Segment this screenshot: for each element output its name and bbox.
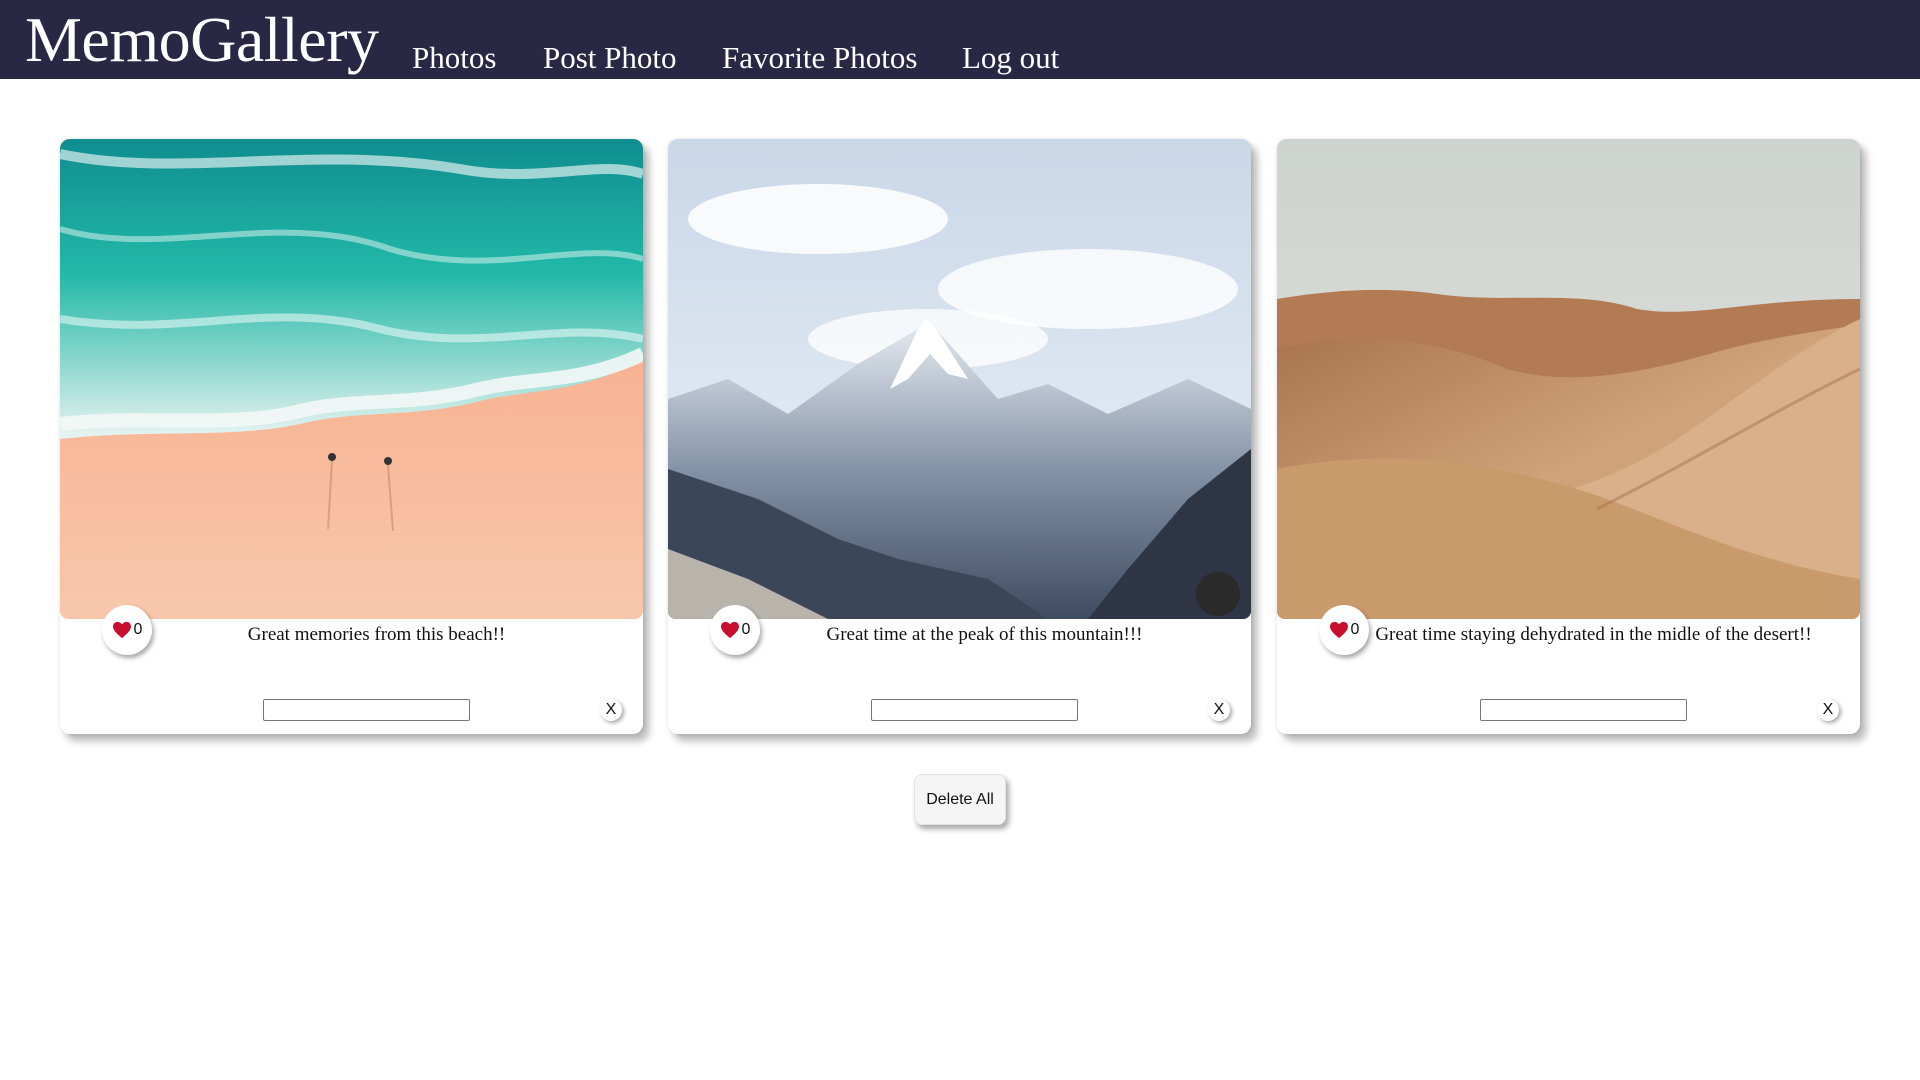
photo-desert (1277, 139, 1860, 619)
photo-card: 0 Great memories from this beach!! X (60, 139, 643, 734)
heart-icon (1329, 621, 1348, 639)
comment-input[interactable] (263, 699, 470, 721)
photo-beach (60, 139, 643, 619)
photo-mountain (668, 139, 1251, 619)
comment-input[interactable] (1480, 699, 1687, 721)
heart-icon (112, 621, 131, 639)
top-navbar: MemoGallery Photos Post Photo Favorite P… (0, 0, 1920, 79)
comment-input[interactable] (871, 699, 1078, 721)
brand-logo[interactable]: MemoGallery (25, 2, 379, 78)
delete-photo-button[interactable]: X (600, 699, 622, 721)
delete-all-button[interactable]: Delete All (914, 774, 1006, 825)
nav-link-photos[interactable]: Photos (412, 38, 496, 78)
nav-link-log-out[interactable]: Log out (962, 38, 1059, 78)
photo-card: 0 Great time staying dehydrated in the m… (1277, 139, 1860, 734)
photo-card: 0 Great time at the peak of this mountai… (668, 139, 1251, 734)
delete-photo-button[interactable]: X (1208, 699, 1230, 721)
photo-caption: Great time staying dehydrated in the mid… (1375, 624, 1812, 645)
heart-icon (720, 621, 739, 639)
nav-link-post-photo[interactable]: Post Photo (543, 38, 677, 78)
delete-photo-button[interactable]: X (1817, 699, 1839, 721)
nav-link-favorite-photos[interactable]: Favorite Photos (722, 38, 917, 78)
photo-caption: Great memories from this beach!! (247, 624, 506, 645)
photo-caption: Great time at the peak of this mountain!… (826, 624, 1143, 645)
